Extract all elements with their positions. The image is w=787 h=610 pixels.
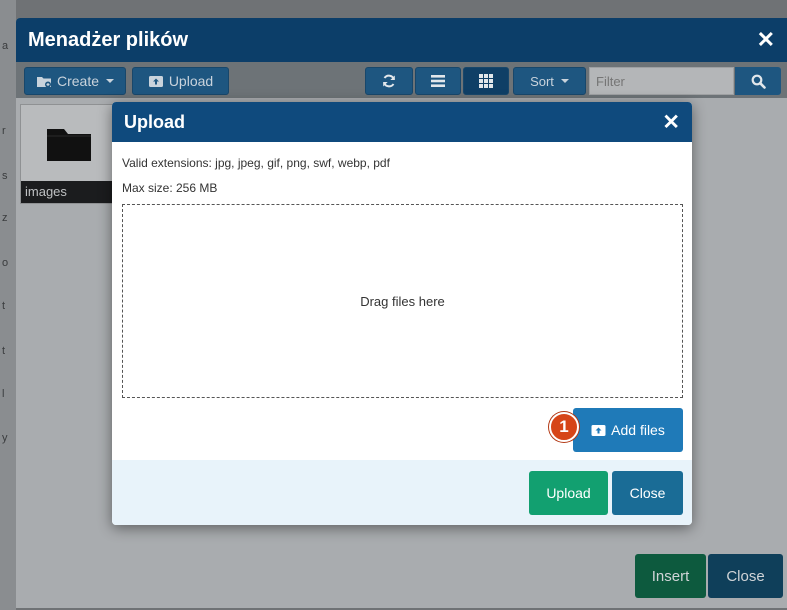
- grid-view-button[interactable]: [463, 67, 509, 95]
- dropzone-text: Drag files here: [360, 293, 445, 309]
- list-view-button[interactable]: [415, 67, 461, 95]
- upload-dialog-header: Upload ✕: [112, 102, 692, 142]
- search-icon: [751, 74, 766, 89]
- upload-submit-button[interactable]: Upload: [529, 471, 608, 515]
- refresh-icon: [383, 74, 395, 88]
- sort-label: Sort: [530, 73, 554, 89]
- chevron-down-icon: [106, 79, 115, 83]
- file-manager-close-button[interactable]: Close: [708, 554, 783, 598]
- file-manager-title: Menadżer plików: [28, 28, 189, 51]
- background-text: l: [2, 388, 5, 400]
- upload-label: Upload: [168, 73, 214, 89]
- background-text: t: [2, 300, 6, 312]
- max-size-text: Max size: 256 MB: [122, 181, 218, 195]
- dropzone[interactable]: Drag files here: [122, 204, 683, 398]
- background-text: a: [2, 40, 9, 52]
- file-manager-header: Menadżer plików ✕: [16, 18, 787, 62]
- upload-icon: [148, 75, 163, 87]
- background-text: s: [2, 170, 8, 182]
- refresh-button[interactable]: [365, 67, 413, 95]
- background-text: t: [2, 345, 6, 357]
- background-text: o: [2, 257, 9, 269]
- close-icon[interactable]: ✕: [662, 110, 680, 135]
- background-text: r: [2, 125, 6, 137]
- list-icon: [431, 75, 445, 87]
- upload-dialog-title: Upload: [124, 111, 185, 132]
- folder-plus-icon: [36, 76, 51, 87]
- insert-button[interactable]: Insert: [635, 554, 706, 598]
- create-label: Create: [56, 73, 100, 89]
- add-files-label: Add files: [611, 422, 665, 438]
- create-button[interactable]: Create: [24, 67, 126, 95]
- close-icon[interactable]: ✕: [757, 27, 775, 53]
- filter-input[interactable]: [589, 67, 734, 95]
- add-files-button[interactable]: Add files: [573, 408, 683, 452]
- valid-extensions-text: Valid extensions: jpg, jpeg, gif, png, s…: [122, 156, 390, 170]
- upload-dialog: Upload ✕ Valid extensions: jpg, jpeg, gi…: [112, 102, 692, 525]
- search-button[interactable]: [735, 67, 781, 95]
- sort-button[interactable]: Sort: [513, 67, 586, 95]
- upload-icon: [591, 424, 606, 436]
- file-manager-toolbar: Create Upload Sort Filter: [16, 62, 787, 98]
- background-text: z: [2, 212, 8, 224]
- grid-icon: [479, 74, 493, 88]
- background-page: a r s z o t t l y: [0, 0, 16, 610]
- folder-icon: [47, 129, 91, 161]
- file-item-images[interactable]: images: [20, 104, 116, 204]
- background-text: y: [2, 432, 8, 444]
- upload-close-button[interactable]: Close: [612, 471, 683, 515]
- upload-button[interactable]: Upload: [132, 67, 229, 95]
- upload-dialog-footer: Upload Close: [112, 460, 692, 525]
- chevron-down-icon: [560, 79, 569, 83]
- file-name: images: [21, 181, 115, 203]
- step-badge: 1: [549, 412, 579, 442]
